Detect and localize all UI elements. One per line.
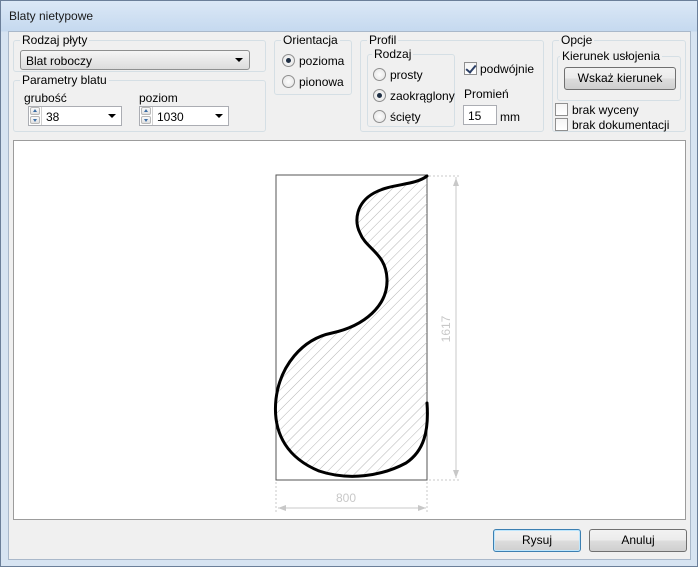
window-title: Blaty nietypowe [9,9,94,23]
no-pricing-checkbox[interactable] [555,103,568,116]
radius-label: Promień [464,87,509,101]
thickness-label: grubość [24,91,67,105]
profile-chamfered-label[interactable]: ścięty [390,110,421,124]
profile-legend: Profil [367,33,399,47]
dimension-height-label: 1617 [439,315,453,342]
profile-rounded-radio[interactable] [373,89,386,102]
worktop-params-legend: Parametry blatu [20,73,109,87]
options-group: Opcje Kierunek usłojenia Wskaż kierunek … [552,34,686,132]
thickness-spinbox[interactable]: 38 [28,106,122,126]
board-type-legend: Rodzaj płyty [20,33,90,47]
double-checkbox[interactable] [464,62,477,75]
spin-down-icon[interactable] [30,116,40,124]
indicate-direction-button[interactable]: Wskaż kierunek [564,67,676,90]
orientation-legend: Orientacja [281,33,340,47]
profile-chamfered-radio[interactable] [373,110,386,123]
board-type-select[interactable]: Blat roboczy [20,50,250,70]
level-value: 1030 [157,110,184,124]
profile-rounded-label[interactable]: zaokrąglony [390,89,455,103]
no-docs-label[interactable]: brak dokumentacji [572,118,669,132]
board-type-group: Rodzaj płyty Blat roboczy [13,34,266,72]
profile-type-group: Rodzaj prosty zaokrąglony ścięty [367,48,455,127]
orientation-horizontal-radio[interactable] [282,54,295,67]
profile-group: Profil Rodzaj prosty zaokrąglony ścięty … [360,34,544,132]
board-type-value: Blat roboczy [26,54,93,68]
orientation-vertical-radio[interactable] [282,75,295,88]
drawing-canvas[interactable]: 1617 800 [13,140,686,520]
chevron-down-icon[interactable] [108,114,116,118]
orientation-vertical-label[interactable]: pionowa [299,75,344,89]
grain-direction-legend: Kierunek usłojenia [560,49,663,63]
title-bar[interactable]: Blaty nietypowe [1,1,697,31]
spin-up-icon[interactable] [30,107,40,115]
worktop-params-group: Parametry blatu grubość 38 poziom 1030 [13,74,266,132]
level-label: poziom [139,91,178,105]
dialog-window: Blaty nietypowe Rodzaj płyty Blat robocz… [0,0,698,567]
profile-straight-label[interactable]: prosty [390,68,423,82]
level-spinner [140,107,153,125]
dimension-width-arrow-right [418,505,426,511]
draw-button-label: Rysuj [521,533,552,547]
worktop-drawing: 1617 800 [273,174,460,512]
options-legend: Opcje [559,33,595,47]
level-spinbox[interactable]: 1030 [139,106,229,126]
cancel-button-label: Anuluj [621,533,655,547]
orientation-group: Orientacja pozioma pionowa [274,34,352,95]
radius-unit: mm [500,110,520,124]
draw-button[interactable]: Rysuj [493,529,581,552]
profile-straight-radio[interactable] [373,68,386,81]
profile-type-legend: Rodzaj [372,47,414,61]
double-label[interactable]: podwójnie [480,62,534,76]
dialog-client-area: Rodzaj płyty Blat roboczy Parametry blat… [8,31,691,560]
orientation-horizontal-label[interactable]: pozioma [299,54,344,68]
dimension-height-arrow-top [453,178,459,186]
dimension-width-label: 800 [336,491,356,505]
radius-value: 15 [468,109,482,123]
chevron-down-icon[interactable] [215,114,223,118]
grain-direction-group: Kierunek usłojenia Wskaż kierunek [557,50,681,101]
chevron-down-icon [235,58,243,62]
spin-down-icon[interactable] [141,116,151,124]
thickness-spinner [29,107,42,125]
cancel-button[interactable]: Anuluj [589,529,687,552]
dimension-height-arrow-bottom [453,470,459,478]
indicate-direction-label: Wskaż kierunek [577,71,663,85]
dimension-width-arrow-left [278,505,286,511]
no-pricing-label[interactable]: brak wyceny [572,103,639,117]
radius-input[interactable]: 15 [463,105,497,125]
thickness-value: 38 [46,110,60,124]
spin-up-icon[interactable] [141,107,151,115]
no-docs-checkbox[interactable] [555,118,568,131]
